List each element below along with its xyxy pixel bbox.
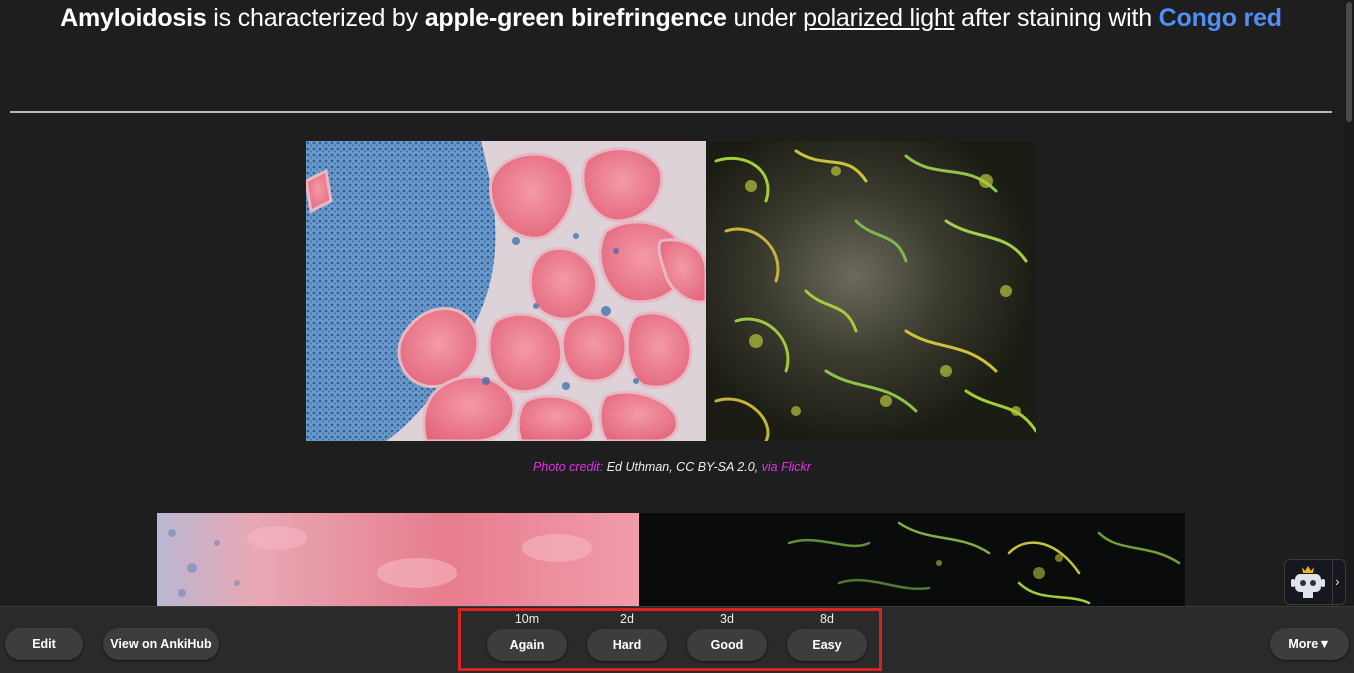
scrollbar[interactable] [1344,0,1354,606]
chevron-right-icon[interactable]: › [1335,573,1340,589]
congo-red-stain-image-2 [157,513,639,606]
credit-source: via Flickr [758,460,811,474]
term-amyloidosis: Amyloidosis [60,4,207,32]
question-text: Amyloidosis is characterized by apple-gr… [60,4,1282,32]
more-label: More [1288,637,1319,651]
photo-credit: Photo credit: Ed Uthman, CC BY-SA 2.0, v… [533,460,811,474]
term-birefringence: apple-green birefringence [424,4,727,32]
card-content: Amyloidosis is characterized by apple-gr… [0,0,1344,606]
ai-assistant-widget[interactable]: › [1284,559,1346,605]
answer-buttons-highlight [458,608,882,671]
divider [10,111,1332,113]
scrollbar-thumb[interactable] [1346,2,1352,122]
triangle-down-icon: ▼ [1318,637,1331,651]
congo-red-stain-image [306,141,706,441]
edit-button[interactable]: Edit [5,628,83,660]
view-on-ankihub-button[interactable]: View on AnkiHub [103,628,219,660]
term-congo-red: Congo red [1158,4,1282,32]
term-polarized-light: polarized light [803,4,955,32]
polarized-light-image-2 [639,513,1185,606]
more-button[interactable]: More▼ [1270,628,1349,660]
credit-author: Ed Uthman, CC BY-SA 2.0, [606,460,759,474]
bottom-bar: Edit View on AnkiHub 10m Again 2d Hard 3… [0,606,1354,673]
robot-crown-icon[interactable] [1285,560,1331,604]
polarized-light-image [706,141,1036,441]
